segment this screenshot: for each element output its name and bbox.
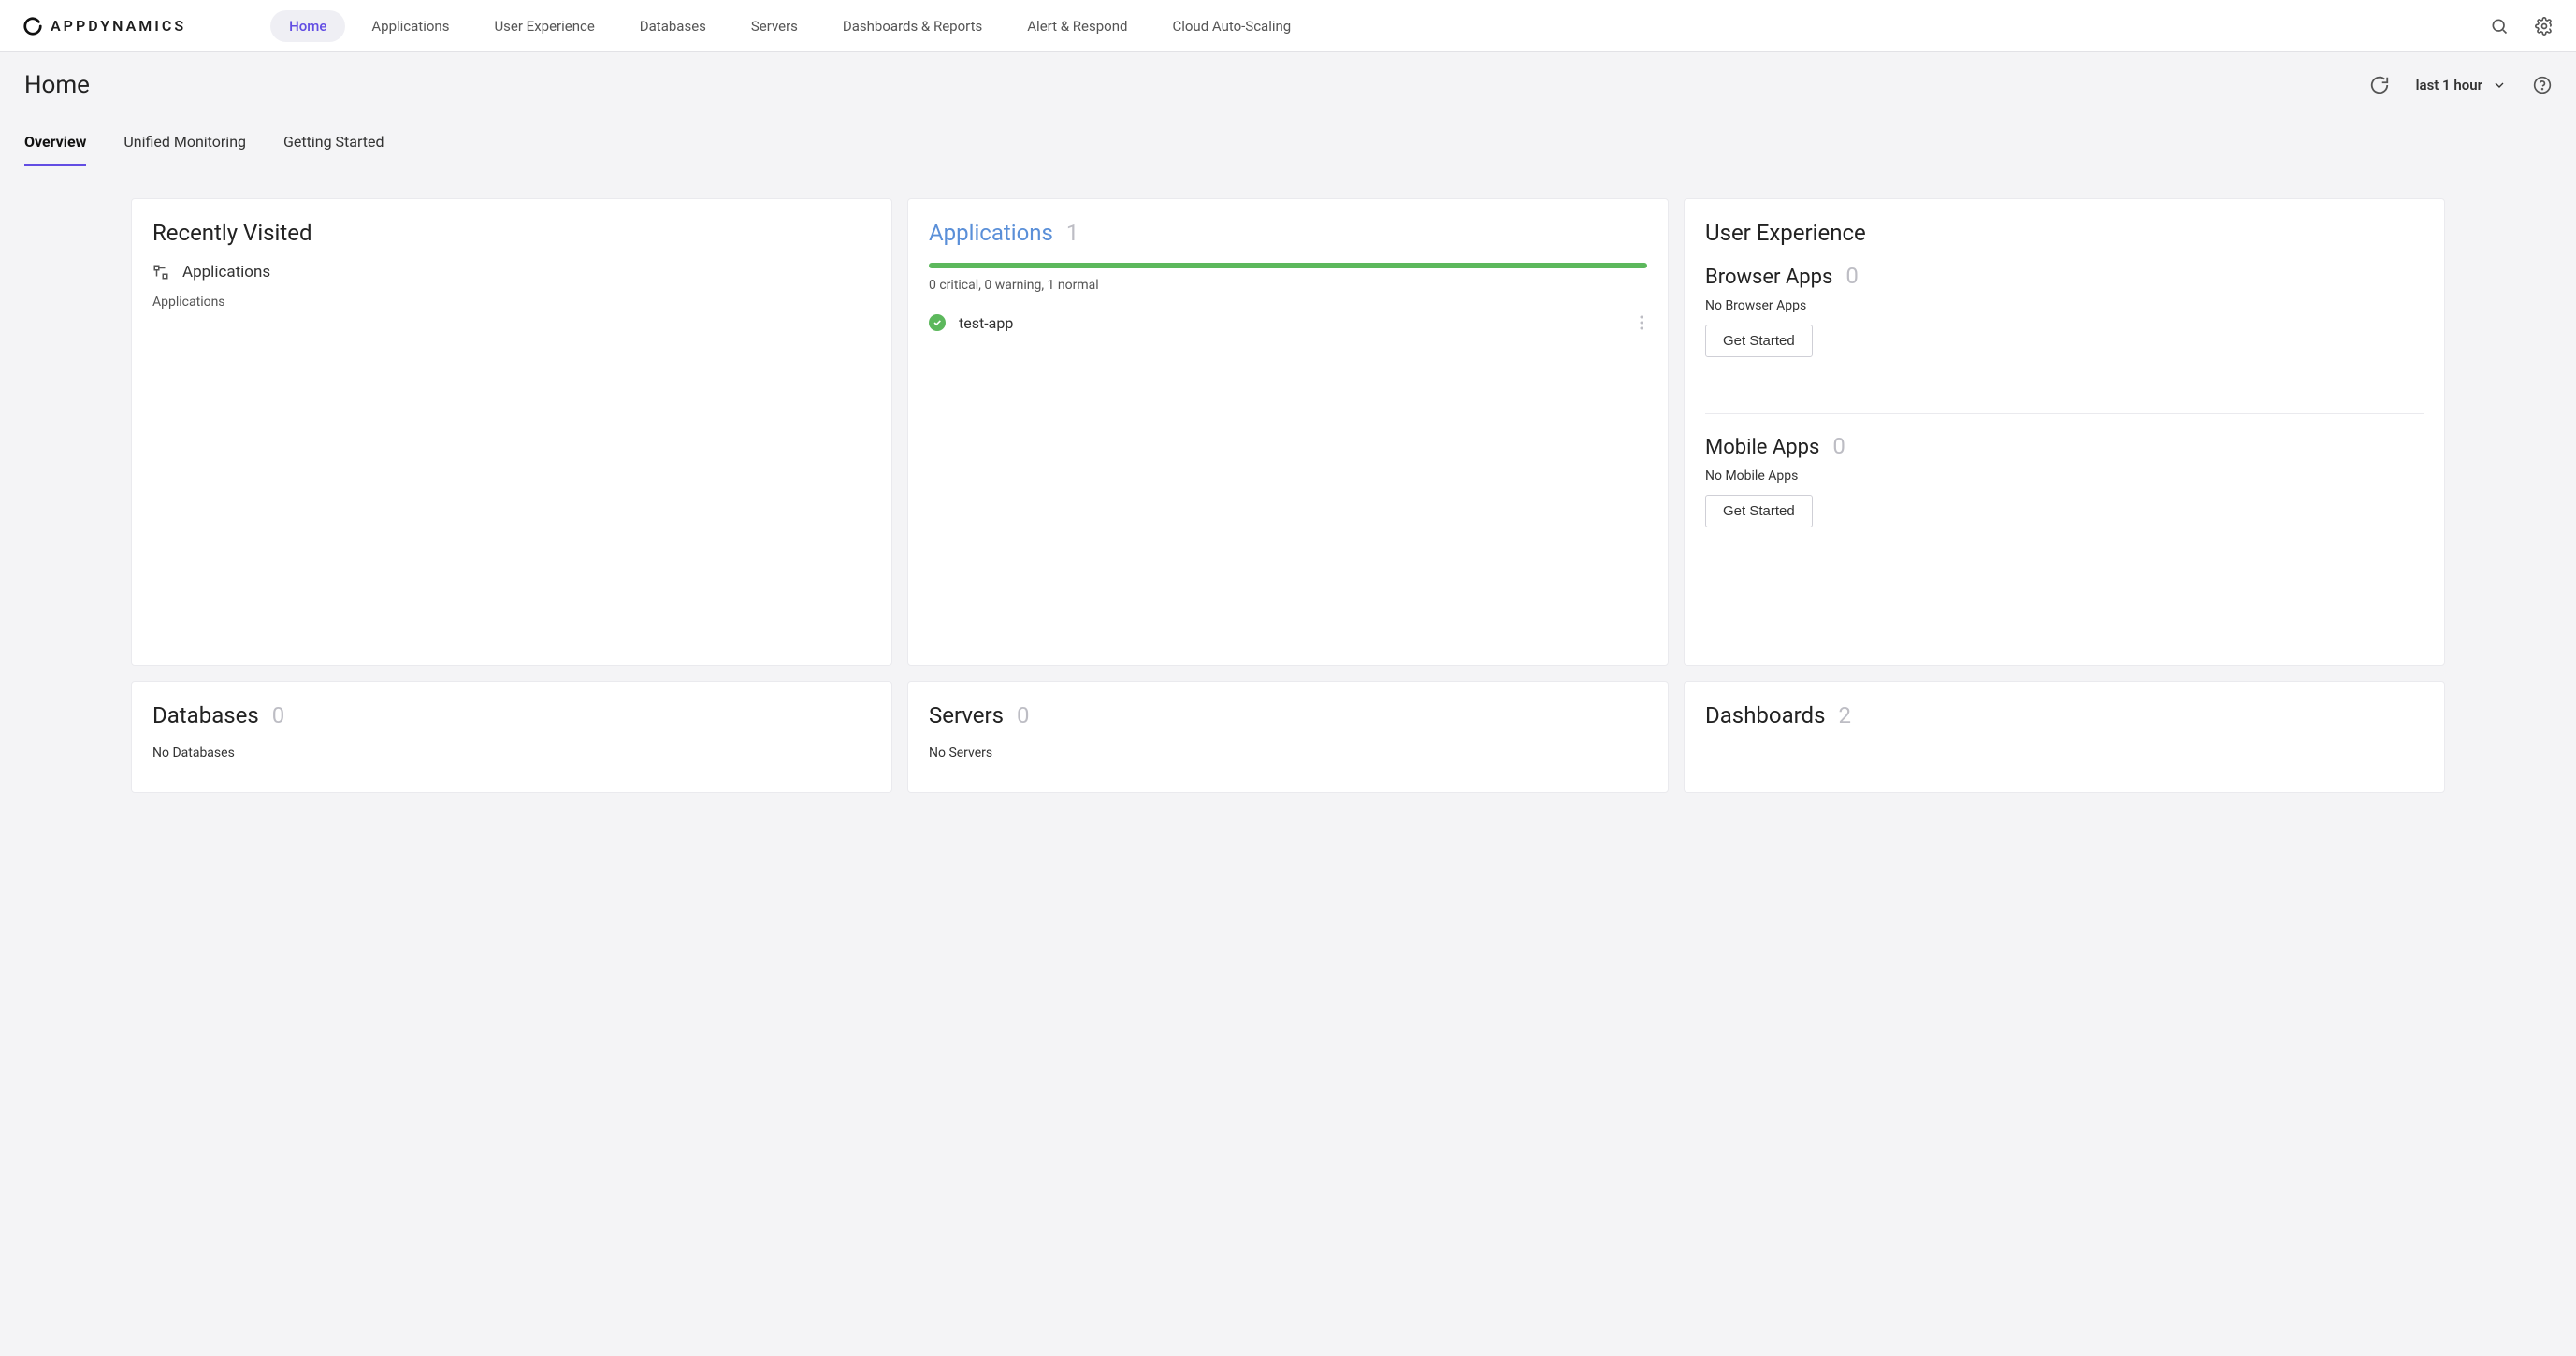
nav-dashboards-reports[interactable]: Dashboards & Reports — [824, 10, 1001, 42]
browser-apps-count: 0 — [1845, 263, 1859, 289]
flow-icon — [152, 264, 169, 281]
topbar: APPDYNAMICS Home Applications User Exper… — [0, 0, 2576, 52]
mobile-apps-title: Mobile Apps 0 — [1705, 433, 2424, 459]
card-dashboards: Dashboards 2 — [1684, 681, 2445, 793]
card-title-user-experience: User Experience — [1705, 220, 2424, 246]
browser-apps-section: Browser Apps 0 No Browser Apps Get Start… — [1705, 263, 2424, 357]
card-recently-visited: Recently Visited Applications Applicatio… — [131, 198, 892, 666]
card-applications: Applications 1 0 critical, 0 warning, 1 … — [907, 198, 1669, 666]
card-user-experience: User Experience Browser Apps 0 No Browse… — [1684, 198, 2445, 666]
page-tabs: Overview Unified Monitoring Getting Star… — [24, 123, 2552, 166]
tab-overview[interactable]: Overview — [24, 123, 86, 166]
servers-count: 0 — [1017, 702, 1030, 728]
dashboards-count: 2 — [1838, 702, 1851, 728]
mobile-get-started-button[interactable]: Get Started — [1705, 495, 1813, 527]
browser-apps-title: Browser Apps 0 — [1705, 263, 2424, 289]
status-ok-icon — [929, 314, 946, 331]
settings-gear-icon[interactable] — [2535, 17, 2554, 36]
nav-applications[interactable]: Applications — [353, 10, 468, 42]
servers-empty: No Servers — [929, 745, 1647, 760]
brand-logo-icon — [22, 16, 43, 36]
health-summary: 0 critical, 0 warning, 1 normal — [929, 278, 1647, 293]
page-header: Home last 1 hour — [0, 52, 2576, 166]
page-actions: last 1 hour — [2369, 75, 2552, 95]
help-icon[interactable] — [2533, 76, 2552, 94]
mobile-apps-section: Mobile Apps 0 No Mobile Apps Get Started — [1705, 433, 2424, 527]
mobile-apps-count: 0 — [1832, 433, 1845, 459]
card-title-applications[interactable]: Applications 1 — [929, 220, 1647, 246]
databases-count: 0 — [272, 702, 285, 728]
nav-servers[interactable]: Servers — [732, 10, 817, 42]
nav-databases[interactable]: Databases — [621, 10, 725, 42]
applications-count: 1 — [1066, 220, 1079, 246]
nav-home[interactable]: Home — [270, 10, 345, 42]
topbar-right — [2490, 17, 2554, 36]
tab-unified-monitoring[interactable]: Unified Monitoring — [123, 123, 246, 166]
browser-apps-empty: No Browser Apps — [1705, 298, 2424, 313]
page-title: Home — [24, 71, 90, 99]
card-title-databases: Databases 0 — [152, 702, 871, 728]
kebab-menu-icon[interactable] — [1636, 311, 1647, 334]
card-servers: Servers 0 No Servers — [907, 681, 1669, 793]
card-title-servers: Servers 0 — [929, 702, 1647, 728]
brand-name: APPDYNAMICS — [51, 17, 186, 35]
card-grid: Recently Visited Applications Applicatio… — [0, 166, 2576, 812]
nav-user-experience[interactable]: User Experience — [475, 10, 613, 42]
time-range-label: last 1 hour — [2416, 77, 2482, 94]
time-range-selector[interactable]: last 1 hour — [2416, 77, 2507, 94]
tab-getting-started[interactable]: Getting Started — [283, 123, 384, 166]
chevron-down-icon — [2492, 78, 2507, 93]
card-title-recent: Recently Visited — [152, 220, 871, 246]
app-row[interactable]: test-app — [929, 311, 1647, 334]
databases-empty: No Databases — [152, 745, 871, 760]
health-bar — [929, 263, 1647, 268]
card-title-dashboards: Dashboards 2 — [1705, 702, 2424, 728]
nav-alert-respond[interactable]: Alert & Respond — [1008, 10, 1146, 42]
app-name: test-app — [959, 314, 1013, 332]
recent-item[interactable]: Applications — [152, 263, 871, 281]
brand-logo[interactable]: APPDYNAMICS — [22, 16, 186, 36]
recent-item-label: Applications — [182, 263, 270, 281]
refresh-icon[interactable] — [2369, 75, 2390, 95]
divider — [1705, 413, 2424, 414]
recent-sub-label[interactable]: Applications — [152, 295, 871, 310]
search-icon[interactable] — [2490, 17, 2509, 36]
nav-cloud-auto-scaling[interactable]: Cloud Auto-Scaling — [1153, 10, 1310, 42]
mobile-apps-empty: No Mobile Apps — [1705, 469, 2424, 483]
card-databases: Databases 0 No Databases — [131, 681, 892, 793]
main-nav: Home Applications User Experience Databa… — [270, 10, 1310, 42]
browser-get-started-button[interactable]: Get Started — [1705, 325, 1813, 357]
